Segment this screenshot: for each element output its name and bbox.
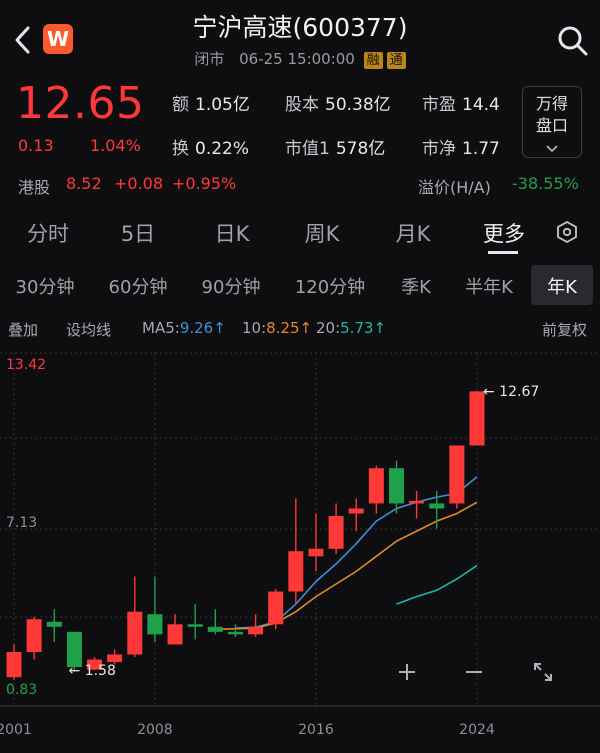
tab-daily[interactable]: 日K xyxy=(215,218,250,248)
price-change-pct: 1.04% xyxy=(90,136,141,155)
candle-body xyxy=(348,508,364,514)
tab-more[interactable]: 更多 xyxy=(483,218,525,248)
y-label-max: 13.42 xyxy=(6,357,46,373)
hk-price: 8.52 xyxy=(66,174,102,193)
zoom-out-icon[interactable] xyxy=(456,654,492,690)
tab-monthly[interactable]: 月K xyxy=(396,218,431,248)
ma10-line xyxy=(215,501,478,631)
market-status: 闭市 06-25 15:00:00 融通 xyxy=(0,48,600,69)
stock-title: 宁沪高速(600377) xyxy=(192,13,408,42)
stat-share: 股本 50.38亿 xyxy=(285,95,391,115)
wande-label: 万得 xyxy=(535,94,568,113)
tab-5day[interactable]: 5日 xyxy=(121,218,155,248)
tab-60min[interactable]: 60分钟 xyxy=(109,273,168,299)
candle-body xyxy=(248,626,264,635)
zoom-in-icon[interactable] xyxy=(389,654,425,690)
stat-turnover: 换 0.22% xyxy=(172,139,250,159)
candle-body xyxy=(127,611,143,655)
overlay-button[interactable]: 叠加 xyxy=(8,319,38,340)
tab-weekly[interactable]: 周K xyxy=(305,218,340,248)
orderbook-label: 盘口 xyxy=(535,116,568,135)
hk-change: +0.08 xyxy=(114,174,164,193)
tab-90min[interactable]: 90分钟 xyxy=(202,273,261,299)
stat-market-cap: 市值1 578亿 xyxy=(285,139,386,159)
fullscreen-icon[interactable] xyxy=(525,654,561,690)
stat-pb: 市净 1.77 xyxy=(422,139,500,159)
search-icon[interactable] xyxy=(556,24,590,58)
interval-tabs: 30分钟 60分钟 90分钟 120分钟 季K 半年K 年K xyxy=(0,262,600,308)
candles xyxy=(6,390,485,680)
tab-intraday[interactable]: 分时 xyxy=(27,218,69,248)
candle-body xyxy=(449,445,465,504)
hk-change-pct: +0.95% xyxy=(172,174,237,193)
stat-amount: 额 1.05亿 xyxy=(172,95,250,115)
tab-120min[interactable]: 120分钟 xyxy=(295,273,365,299)
candle-body xyxy=(46,621,62,627)
stat-pe: 市盈 14.4 xyxy=(422,95,500,115)
last-price: 12.65 xyxy=(16,78,145,129)
y-label-mid: 7.13 xyxy=(6,515,37,531)
x-tick-2016: 2016 xyxy=(298,722,334,738)
candle-body xyxy=(167,624,183,645)
candle-body xyxy=(6,651,22,678)
moving-average-lines xyxy=(215,476,478,631)
premium-value: -38.55% xyxy=(512,174,579,193)
active-tab-underline xyxy=(488,251,518,254)
x-tick-2024: 2024 xyxy=(459,722,495,738)
premium-label: 溢价(H/A) xyxy=(418,178,491,197)
candle-body xyxy=(308,548,324,557)
market-state: 闭市 xyxy=(194,50,225,68)
ma-setting-button[interactable]: 设均线 xyxy=(66,319,111,340)
candle-body xyxy=(288,551,304,592)
candle-body xyxy=(388,468,404,504)
period-tabs: 分时 5日 日K 周K 月K 更多 xyxy=(0,208,600,256)
candle-body xyxy=(66,631,82,668)
settings-icon[interactable] xyxy=(555,220,579,244)
candle-body xyxy=(328,516,344,549)
candle-body xyxy=(368,468,384,504)
ma-legend: 叠加 设均线 MA5:9.26↑ 10:8.25↑ 20:5.73↑ 前复权 xyxy=(0,314,600,344)
tab-30min[interactable]: 30分钟 xyxy=(16,273,75,299)
annotation-max: ← 12.67 xyxy=(483,384,539,400)
candle-body xyxy=(26,619,42,652)
ma10-value: 10:8.25↑ xyxy=(242,319,313,337)
connect-tag: 通 xyxy=(386,52,406,69)
price-change: 0.13 xyxy=(18,136,54,155)
candle-body xyxy=(147,614,163,635)
candle-body xyxy=(187,624,203,627)
ma5-value: MA5:9.26↑ xyxy=(142,319,226,337)
y-label-min: 0.83 xyxy=(6,682,37,698)
candle-body xyxy=(268,591,284,625)
top-bar: W 宁沪高速(600377) 闭市 06-25 15:00:00 融通 xyxy=(0,0,600,76)
hk-label: 港股 xyxy=(18,178,51,197)
annotation-min: ← 1.58 xyxy=(69,663,116,679)
tab-quarterly[interactable]: 季K xyxy=(401,273,431,299)
candle-body xyxy=(227,631,243,635)
wande-orderbook-button[interactable]: 万得 盘口 xyxy=(522,86,582,158)
kline-chart[interactable]: 13.42 7.13 0.83 2001 2008 2016 2024 ← 12.67 ← 1.… xyxy=(0,344,600,753)
adjust-mode[interactable]: 前复权 xyxy=(542,319,587,340)
x-tick-2001: 2001 xyxy=(0,722,32,738)
candle-body xyxy=(409,500,425,504)
tab-halfyear[interactable]: 半年K xyxy=(465,273,513,299)
candle-body xyxy=(207,626,223,632)
chart-grid xyxy=(0,352,600,707)
candle-body xyxy=(107,654,123,663)
market-datetime: 06-25 15:00:00 xyxy=(239,50,355,68)
x-tick-2008: 2008 xyxy=(137,722,173,738)
candle-body xyxy=(429,503,445,509)
chevron-down-icon xyxy=(546,145,558,153)
margin-tag: 融 xyxy=(363,52,383,69)
ma20-value: 20:5.73↑ xyxy=(316,319,387,337)
tab-yearly[interactable]: 年K xyxy=(547,273,577,299)
ma20-line xyxy=(396,564,478,605)
